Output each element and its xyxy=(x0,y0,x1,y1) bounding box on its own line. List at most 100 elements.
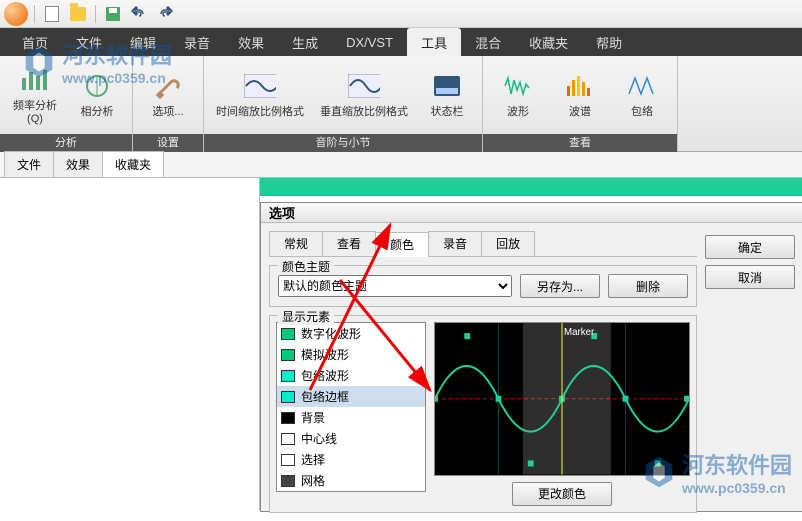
envelope-button[interactable]: 包络 xyxy=(613,60,671,130)
folder-icon xyxy=(70,7,86,21)
dialog-title: 选项 xyxy=(261,203,802,223)
vert-zoom-button[interactable]: 垂直缩放比例格式 xyxy=(314,60,414,130)
label: 包络 xyxy=(631,106,653,119)
dtab-playback[interactable]: 回放 xyxy=(481,231,535,256)
options-button[interactable]: 选项... xyxy=(139,60,197,130)
dtab-general[interactable]: 常规 xyxy=(269,231,323,256)
color-swatch xyxy=(281,475,295,487)
list-item[interactable]: 背景 xyxy=(277,407,425,428)
separator xyxy=(95,5,96,23)
undo-icon xyxy=(131,6,147,22)
ribbon-group-view: 波形 波谱 包络 查看 xyxy=(483,56,678,151)
document-icon xyxy=(45,6,59,22)
delete-button[interactable]: 删除 xyxy=(608,274,688,298)
list-item[interactable]: 数字化波形 xyxy=(277,323,425,344)
label: 时间缩放比例格式 xyxy=(216,106,304,119)
tab-record[interactable]: 录音 xyxy=(170,28,224,56)
ok-button[interactable]: 确定 xyxy=(705,235,795,259)
tab-dxvst[interactable]: DX/VST xyxy=(332,28,407,56)
save-as-button[interactable]: 另存为... xyxy=(520,274,600,298)
phase-analysis-button[interactable]: 相分析 xyxy=(68,60,126,130)
cancel-button[interactable]: 取消 xyxy=(705,265,795,289)
waveform-button[interactable]: 波形 xyxy=(489,60,547,130)
ribbon-group-settings: 选项... 设置 xyxy=(133,56,204,151)
tab-generate[interactable]: 生成 xyxy=(278,28,332,56)
label: 相分析 xyxy=(81,106,114,119)
label: 状态栏 xyxy=(431,106,464,119)
dtab-color[interactable]: 颜色 xyxy=(375,232,429,257)
app-orb-icon[interactable] xyxy=(4,2,28,26)
sidetab-effect[interactable]: 效果 xyxy=(53,151,103,177)
color-preview: Marker xyxy=(434,322,690,476)
label: 垂直缩放比例格式 xyxy=(320,106,408,119)
label: 波谱 xyxy=(569,106,591,119)
tab-effect[interactable]: 效果 xyxy=(224,28,278,56)
sidetab-favorites[interactable]: 收藏夹 xyxy=(102,151,164,177)
color-theme-group: 颜色主题 默认的颜色主题 另存为... 删除 xyxy=(269,265,697,307)
color-swatch xyxy=(281,433,295,445)
waveform-icon xyxy=(502,70,534,102)
tab-home[interactable]: 首页 xyxy=(8,28,62,56)
statusbar-button[interactable]: 状态栏 xyxy=(418,60,476,130)
list-item[interactable]: 包络波形 xyxy=(277,365,425,386)
list-item-label: 网格 xyxy=(301,472,325,489)
redo-icon xyxy=(157,6,173,22)
color-swatch xyxy=(281,328,295,340)
tab-mix[interactable]: 混合 xyxy=(461,28,515,56)
change-color-button[interactable]: 更改颜色 xyxy=(512,482,612,506)
list-item[interactable]: 选择 xyxy=(277,449,425,470)
display-elements-list[interactable]: 数字化波形模拟波形包络波形包络边框背景中心线选择网格 xyxy=(276,322,426,492)
display-elements-group: 显示元素 数字化波形模拟波形包络波形包络边框背景中心线选择网格 xyxy=(269,315,697,513)
dtab-view[interactable]: 查看 xyxy=(322,231,376,256)
list-item[interactable]: 中心线 xyxy=(277,428,425,449)
bars-icon xyxy=(19,64,51,96)
tab-help[interactable]: 帮助 xyxy=(582,28,636,56)
options-dialog: 选项 常规 查看 颜色 录音 回放 颜色主题 默认的颜色主题 xyxy=(260,202,802,512)
save-icon xyxy=(105,6,121,22)
list-item-label: 背景 xyxy=(301,409,325,426)
new-doc-button[interactable] xyxy=(41,3,63,25)
group-label: 查看 xyxy=(483,134,677,152)
color-swatch xyxy=(281,391,295,403)
list-item-label: 包络波形 xyxy=(301,367,349,384)
side-tabs: 文件 效果 收藏夹 xyxy=(0,152,802,178)
group-label: 颜色主题 xyxy=(278,258,334,275)
color-swatch xyxy=(281,370,295,382)
list-item-label: 包络边框 xyxy=(301,388,349,405)
list-item[interactable]: 网格 xyxy=(277,470,425,491)
tab-tools[interactable]: 工具 xyxy=(407,28,461,56)
spectrum-button[interactable]: 波谱 xyxy=(551,60,609,130)
open-button[interactable] xyxy=(67,3,89,25)
side-panel xyxy=(0,178,260,510)
list-item[interactable]: 模拟波形 xyxy=(277,344,425,365)
main-row: 选项 常规 查看 颜色 录音 回放 颜色主题 默认的颜色主题 xyxy=(0,178,802,510)
wave-v-icon xyxy=(348,70,380,102)
statusbar-icon xyxy=(431,70,463,102)
quick-access-toolbar xyxy=(0,0,802,28)
time-zoom-button[interactable]: 时间缩放比例格式 xyxy=(210,60,310,130)
list-item-label: 选择 xyxy=(301,451,325,468)
ribbon-group-scale: 时间缩放比例格式 垂直缩放比例格式 状态栏 音阶与小节 xyxy=(204,56,483,151)
envelope-icon xyxy=(626,70,658,102)
freq-analysis-button[interactable]: 频率分析(Q) xyxy=(6,60,64,130)
group-label: 显示元素 xyxy=(278,308,334,325)
list-item-label: 中心线 xyxy=(301,430,337,447)
theme-select[interactable]: 默认的颜色主题 xyxy=(278,275,512,297)
tab-file[interactable]: 文件 xyxy=(62,28,116,56)
redo-button[interactable] xyxy=(154,3,176,25)
label: 选项... xyxy=(152,106,183,119)
preview-wave-icon: Marker xyxy=(435,323,689,475)
sidetab-file[interactable]: 文件 xyxy=(4,151,54,177)
list-item-label: 数字化波形 xyxy=(301,325,361,342)
color-swatch xyxy=(281,349,295,361)
undo-button[interactable] xyxy=(128,3,150,25)
timeline-bar[interactable] xyxy=(260,178,802,196)
tab-edit[interactable]: 编辑 xyxy=(116,28,170,56)
dtab-record[interactable]: 录音 xyxy=(428,231,482,256)
list-item[interactable]: 包络边框 xyxy=(277,386,425,407)
tab-favorites[interactable]: 收藏夹 xyxy=(515,28,582,56)
color-swatch xyxy=(281,412,295,424)
ribbon-group-analysis: 频率分析(Q) 相分析 分析 xyxy=(0,56,133,151)
save-button[interactable] xyxy=(102,3,124,25)
label: 频率分析(Q) xyxy=(6,100,64,126)
